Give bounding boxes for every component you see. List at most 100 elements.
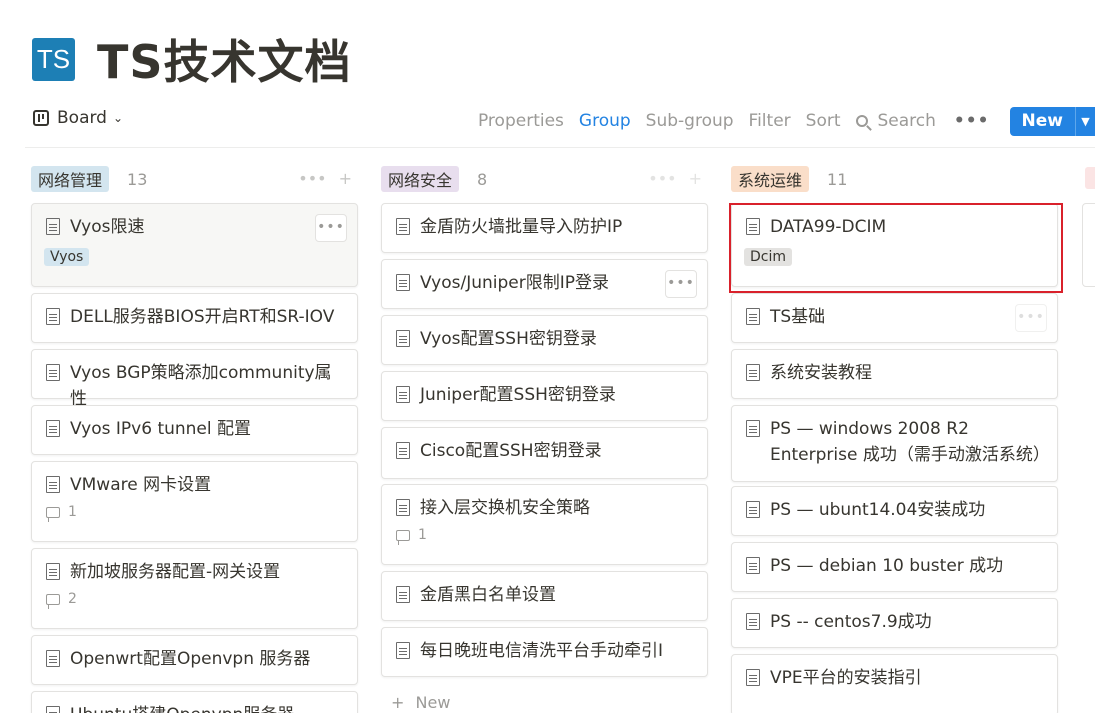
- more-options-icon[interactable]: •••: [954, 111, 990, 131]
- comment-icon: [46, 593, 60, 609]
- card-title: Vyos/Juniper限制IP登录: [420, 273, 610, 293]
- board-card[interactable]: Vyos限速 Vyos •••: [31, 203, 358, 287]
- board-card[interactable]: Vyos配置SSH密钥登录: [381, 315, 708, 365]
- card-title: Vyos限速: [70, 217, 145, 237]
- board-card[interactable]: 系统安装教程: [731, 349, 1058, 399]
- add-card-button[interactable]: + New: [391, 693, 450, 712]
- board-card[interactable]: 每日晚班电信清洗平台手动牵引I: [381, 627, 708, 677]
- search-icon: [855, 115, 868, 127]
- column-header[interactable]: 网络安全 8 ••• +: [381, 163, 708, 195]
- page-icon: [396, 442, 410, 459]
- search-button[interactable]: Search: [855, 111, 936, 131]
- page-icon: [746, 420, 760, 437]
- card-more-button[interactable]: •••: [665, 270, 697, 298]
- page-icon: [396, 386, 410, 403]
- card-title: Juniper配置SSH密钥登录: [420, 385, 616, 405]
- page-icon: [746, 669, 760, 686]
- page-title[interactable]: TS技术文档: [97, 26, 352, 92]
- subgroup-button[interactable]: Sub-group: [646, 111, 734, 131]
- chevron-down-icon[interactable]: ▼: [1075, 106, 1095, 136]
- card-title: PS -- centos7.9成功: [770, 612, 932, 632]
- page-logo-icon: TS: [32, 37, 75, 81]
- group-tag: [1085, 167, 1095, 189]
- sort-button[interactable]: Sort: [806, 111, 841, 131]
- page-icon: [46, 364, 60, 381]
- card-title: 金盾防火墙批量导入防护IP: [420, 217, 623, 237]
- card-tag: Dcim: [744, 248, 793, 266]
- board-card[interactable]: VPE平台的安装指引: [731, 654, 1058, 713]
- board-card[interactable]: PS -- centos7.9成功: [731, 598, 1058, 648]
- add-icon[interactable]: +: [339, 169, 352, 188]
- new-button-label[interactable]: New: [1010, 107, 1075, 136]
- group-button[interactable]: Group: [579, 111, 631, 131]
- card-title: 系统安装教程: [770, 363, 872, 383]
- card-title: 金盾黑白名单设置: [420, 585, 556, 605]
- page-icon: [46, 420, 60, 437]
- group-count: 11: [827, 169, 848, 189]
- page-header: TS TS技术文档: [32, 26, 352, 92]
- more-options-icon[interactable]: •••: [648, 169, 676, 188]
- card-tag: Vyos: [44, 248, 90, 266]
- board-view-icon: [33, 110, 49, 126]
- board-card[interactable]: Ubuntu搭建Openvpn服务器: [31, 691, 358, 713]
- board-card[interactable]: TS基础 •••: [731, 293, 1058, 343]
- card-title: TS基础: [770, 307, 826, 327]
- more-options-icon[interactable]: •••: [298, 169, 326, 188]
- board-column-network-management: 网络管理 13 ••• + Vyos限速 Vyos ••• DELL服务器BIO…: [31, 163, 358, 713]
- view-switcher[interactable]: Board ⌄: [33, 108, 123, 128]
- board-card[interactable]: Juniper配置SSH密钥登录: [381, 371, 708, 421]
- page-icon: [46, 650, 60, 667]
- view-label: Board: [57, 108, 107, 128]
- board-card[interactable]: Vyos/Juniper限制IP登录 •••: [381, 259, 708, 309]
- board-card[interactable]: Vyos BGP策略添加community属性: [31, 349, 358, 409]
- card-title: Openwrt配置Openvpn 服务器: [70, 649, 311, 669]
- group-tag: 网络安全: [381, 166, 460, 192]
- page-icon: [46, 308, 60, 325]
- page-icon: [746, 501, 760, 518]
- card-title: 接入层交换机安全策略: [420, 498, 590, 518]
- comment-icon: [46, 506, 60, 522]
- page-icon: [396, 274, 410, 291]
- card-title: PS — windows 2008 R2 Enterprise 成功（需手动激活…: [770, 419, 1050, 465]
- board-card[interactable]: DATA99-DCIM Dcim: [731, 203, 1058, 287]
- board-card[interactable]: 金盾防火墙批量导入防护IP: [381, 203, 708, 253]
- card-title: VMware 网卡设置: [70, 475, 212, 495]
- board-card[interactable]: Cisco配置SSH密钥登录: [381, 427, 708, 479]
- board-card[interactable]: 金盾黑白名单设置: [381, 571, 708, 621]
- properties-button[interactable]: Properties: [478, 111, 564, 131]
- board-card[interactable]: PS — ubunt14.04安装成功: [731, 486, 1058, 536]
- board-card[interactable]: DELL服务器BIOS开启RT和SR-IOV: [31, 293, 358, 343]
- page-icon: [46, 218, 60, 235]
- card-title: Vyos IPv6 tunnel 配置: [70, 419, 252, 439]
- page-icon: [396, 642, 410, 659]
- add-icon[interactable]: +: [689, 169, 702, 188]
- card-title: 新加坡服务器配置-网关设置: [70, 562, 281, 582]
- new-button[interactable]: New ▼: [1009, 106, 1095, 136]
- column-actions: ••• +: [286, 169, 352, 188]
- card-more-button[interactable]: •••: [315, 214, 347, 242]
- page-icon: [46, 706, 60, 713]
- card-title: VPE平台的安装指引: [770, 668, 922, 688]
- board-card[interactable]: [1082, 203, 1095, 287]
- column-header[interactable]: 网络管理 13 ••• +: [31, 163, 358, 195]
- board-column-system-ops: 系统运维 11 DATA99-DCIM Dcim TS基础 ••• 系统安装教程…: [731, 163, 1058, 713]
- page-icon: [746, 364, 760, 381]
- comment-count: 2: [44, 591, 345, 609]
- card-title: DELL服务器BIOS开启RT和SR-IOV: [70, 307, 335, 327]
- card-more-button[interactable]: •••: [1015, 304, 1047, 332]
- board-card[interactable]: 新加坡服务器配置-网关设置 2: [31, 548, 358, 629]
- card-title: Cisco配置SSH密钥登录: [420, 441, 602, 461]
- board-card[interactable]: PS — debian 10 buster 成功: [731, 542, 1058, 592]
- board-card[interactable]: Vyos IPv6 tunnel 配置: [31, 405, 358, 455]
- board-card[interactable]: Openwrt配置Openvpn 服务器: [31, 635, 358, 685]
- card-title: 每日晚班电信清洗平台手动牵引I: [420, 641, 664, 661]
- card-title: DATA99-DCIM: [770, 217, 887, 237]
- board-card[interactable]: PS — windows 2008 R2 Enterprise 成功（需手动激活…: [731, 405, 1058, 482]
- column-header[interactable]: 系统运维 11: [731, 163, 1058, 195]
- toolbar-actions: Properties Group Sub-group Filter Sort S…: [463, 104, 1095, 138]
- board-card[interactable]: 接入层交换机安全策略 1: [381, 484, 708, 565]
- board-card[interactable]: VMware 网卡设置 1: [31, 461, 358, 542]
- search-label: Search: [877, 111, 936, 131]
- group-tag: 网络管理: [31, 166, 110, 192]
- filter-button[interactable]: Filter: [749, 111, 791, 131]
